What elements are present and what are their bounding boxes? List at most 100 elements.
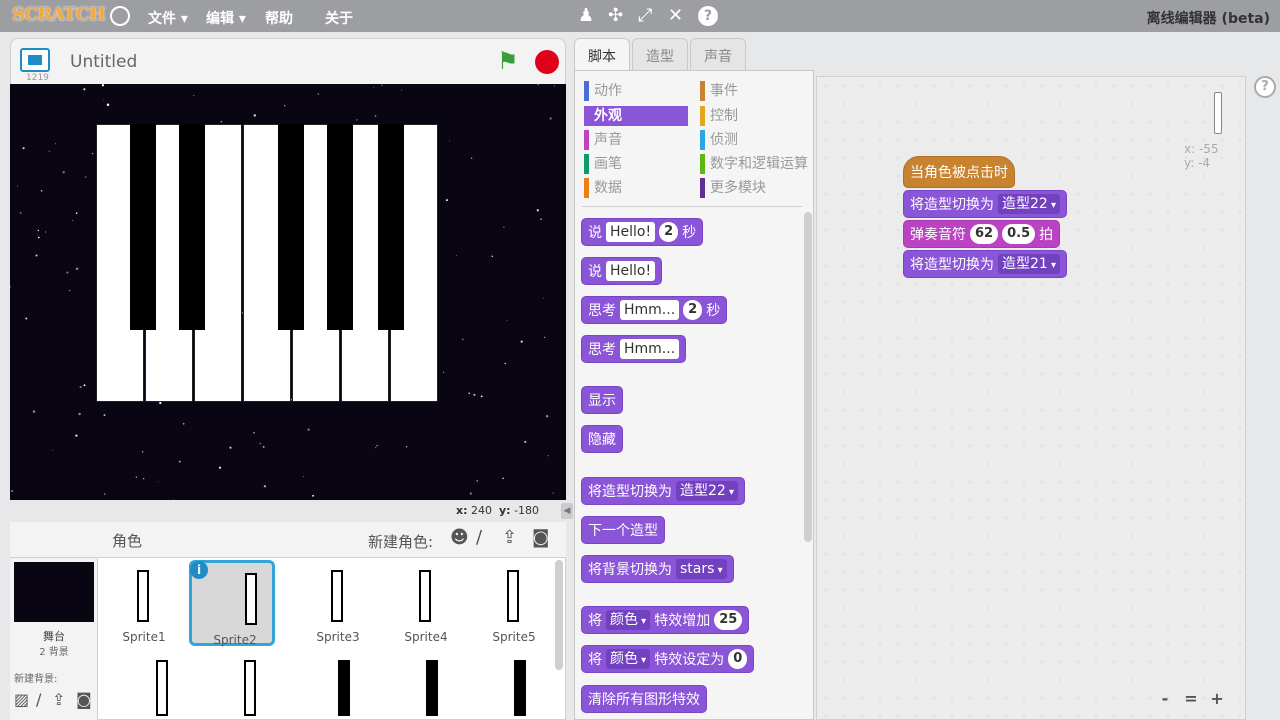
piano-black-key bbox=[327, 124, 353, 330]
costume-dropdown[interactable]: 造型21 bbox=[998, 254, 1061, 274]
tab-costumes[interactable]: 造型 bbox=[632, 38, 688, 70]
block-set-effect[interactable]: 将 颜色 特效设定为 0 bbox=[581, 645, 755, 673]
fullscreen-icon[interactable] bbox=[20, 48, 50, 72]
tab-sounds[interactable]: 声音 bbox=[690, 38, 746, 70]
block-think-for-secs[interactable]: 思考 Hmm... 2 秒 bbox=[581, 296, 728, 324]
costume-dropdown[interactable]: 造型22 bbox=[998, 194, 1061, 214]
category-operators[interactable]: 数字和逻辑运算 bbox=[700, 154, 808, 174]
paint-backdrop-icon[interactable]: / bbox=[36, 690, 41, 709]
sprite-costume-preview[interactable] bbox=[514, 660, 526, 716]
block-text-input[interactable]: Hmm... bbox=[620, 300, 680, 320]
block-switch-backdrop[interactable]: 将背景切换为 stars bbox=[581, 555, 734, 583]
block-number-input[interactable]: 2 bbox=[659, 222, 679, 242]
camera-backdrop-icon[interactable]: ◙ bbox=[76, 690, 92, 709]
upload-backdrop-icon[interactable]: ⇪ bbox=[52, 690, 65, 709]
menu-about[interactable]: 关于 bbox=[325, 8, 353, 28]
block-text-input[interactable]: Hello! bbox=[606, 222, 656, 242]
sprite-costume-preview[interactable] bbox=[156, 660, 168, 716]
sprites-scrollbar[interactable] bbox=[555, 560, 563, 670]
sprite-costume-preview[interactable] bbox=[338, 660, 350, 716]
costume-dropdown[interactable]: 造型22 bbox=[676, 481, 739, 501]
sprite-thumbnail-selected[interactable]: i Sprite2 bbox=[189, 560, 275, 647]
paint-brush-icon[interactable]: / bbox=[476, 527, 482, 548]
zoom-reset-icon[interactable]: = bbox=[1180, 688, 1202, 710]
category-control[interactable]: 控制 bbox=[700, 106, 738, 126]
sprite-library-icon[interactable]: ☻ bbox=[450, 527, 469, 548]
category-motion[interactable]: 动作 bbox=[584, 81, 622, 101]
stop-icon[interactable] bbox=[535, 50, 559, 74]
zoom-out-icon[interactable]: - bbox=[1154, 688, 1176, 710]
star-dot bbox=[461, 338, 464, 341]
block-think[interactable]: 思考 Hmm... bbox=[581, 335, 687, 363]
category-pen[interactable]: 画笔 bbox=[584, 154, 622, 174]
stage-thumbnail[interactable] bbox=[14, 562, 94, 622]
stamp-icon[interactable]: ♟ bbox=[578, 5, 594, 26]
script-play-note[interactable]: 弹奏音符 62 0.5 拍 bbox=[903, 220, 1061, 248]
beats-input[interactable]: 0.5 bbox=[1002, 224, 1036, 244]
piano-black-key bbox=[378, 124, 404, 330]
sprite-costume-preview[interactable] bbox=[426, 660, 438, 716]
grow-icon[interactable]: ⤢ bbox=[638, 5, 652, 26]
sprite-thumbnail[interactable]: Sprite1 bbox=[101, 560, 187, 646]
stage-canvas[interactable] bbox=[10, 84, 566, 500]
category-sensing[interactable]: 侦测 bbox=[700, 130, 738, 150]
palette-scrollbar[interactable] bbox=[804, 212, 812, 542]
camera-icon[interactable]: ◙ bbox=[532, 527, 549, 548]
cut-icon[interactable]: ✣ bbox=[608, 5, 623, 26]
note-input[interactable]: 62 bbox=[970, 224, 999, 244]
zoom-in-icon[interactable]: + bbox=[1206, 688, 1228, 710]
script-scrollbar[interactable] bbox=[1214, 92, 1222, 134]
backdrop-library-icon[interactable]: ▨ bbox=[14, 690, 29, 709]
block-number-input[interactable]: 2 bbox=[683, 300, 703, 320]
sprite-thumbnail[interactable]: Sprite3 bbox=[295, 560, 381, 646]
block-say-for-secs[interactable]: 说 Hello! 2 秒 bbox=[581, 218, 704, 246]
block-say[interactable]: 说 Hello! bbox=[581, 257, 663, 285]
menu-file[interactable]: 文件 ▾ bbox=[148, 8, 188, 28]
category-label: 外观 bbox=[594, 108, 622, 124]
script-area[interactable] bbox=[816, 76, 1246, 720]
backdrop-dropdown[interactable]: stars bbox=[676, 559, 727, 579]
block-switch-costume[interactable]: 将造型切换为 造型22 bbox=[581, 477, 746, 505]
project-title[interactable]: Untitled bbox=[70, 52, 137, 72]
menu-edit[interactable]: 编辑 ▾ bbox=[206, 8, 246, 28]
script-switch-costume[interactable]: 将造型切换为 造型22 bbox=[903, 190, 1068, 218]
shrink-icon[interactable]: ✕ bbox=[668, 5, 683, 26]
block-next-costume[interactable]: 下一个造型 bbox=[581, 516, 665, 544]
star-dot bbox=[72, 220, 74, 221]
block-number-input[interactable]: 0 bbox=[728, 649, 748, 669]
star-dot bbox=[75, 267, 79, 271]
block-show[interactable]: 显示 bbox=[581, 386, 623, 414]
scratch-logo[interactable]: SCRATCH bbox=[12, 4, 106, 25]
block-number-input[interactable]: 25 bbox=[714, 610, 743, 630]
block-text-input[interactable]: Hello! bbox=[606, 261, 656, 281]
category-sound[interactable]: 声音 bbox=[584, 130, 622, 150]
help-icon[interactable]: ? bbox=[1254, 76, 1276, 98]
effect-dropdown[interactable]: 颜色 bbox=[606, 649, 651, 669]
upload-icon[interactable]: ⇪ bbox=[502, 527, 517, 548]
category-events[interactable]: 事件 bbox=[700, 81, 738, 101]
block-text-input[interactable]: Hmm... bbox=[620, 339, 680, 359]
language-globe-icon[interactable] bbox=[110, 6, 130, 26]
sprite-coords: x: -55 y: -4 bbox=[1184, 142, 1219, 170]
menu-help[interactable]: 帮助 bbox=[265, 8, 293, 28]
block-hide[interactable]: 隐藏 bbox=[581, 425, 623, 453]
block-label: 说 bbox=[588, 225, 602, 241]
category-more-blocks[interactable]: 更多模块 bbox=[700, 178, 766, 198]
info-icon[interactable]: i bbox=[190, 561, 208, 579]
block-change-effect[interactable]: 将 颜色 特效增加 25 bbox=[581, 606, 750, 634]
effect-dropdown[interactable]: 颜色 bbox=[606, 610, 651, 630]
category-data[interactable]: 数据 bbox=[584, 178, 622, 198]
script-switch-costume[interactable]: 将造型切换为 造型21 bbox=[903, 250, 1068, 278]
star-dot bbox=[537, 84, 539, 86]
collapse-arrow-icon[interactable]: ◀ bbox=[561, 503, 573, 519]
sprite-x: x: -55 bbox=[1184, 142, 1219, 156]
green-flag-icon[interactable]: ⚑ bbox=[497, 47, 519, 75]
block-clear-effects[interactable]: 清除所有图形特效 bbox=[581, 685, 707, 713]
sprite-thumbnail[interactable]: Sprite4 bbox=[383, 560, 469, 646]
help-icon[interactable]: ? bbox=[698, 6, 718, 26]
tab-scripts[interactable]: 脚本 bbox=[574, 38, 630, 72]
sprite-thumbnail[interactable]: Sprite5 bbox=[471, 560, 557, 646]
script-hat-when-clicked[interactable]: 当角色被点击时 bbox=[903, 156, 1015, 188]
sprite-costume-preview[interactable] bbox=[244, 660, 256, 716]
category-looks[interactable]: 外观 bbox=[584, 106, 688, 126]
